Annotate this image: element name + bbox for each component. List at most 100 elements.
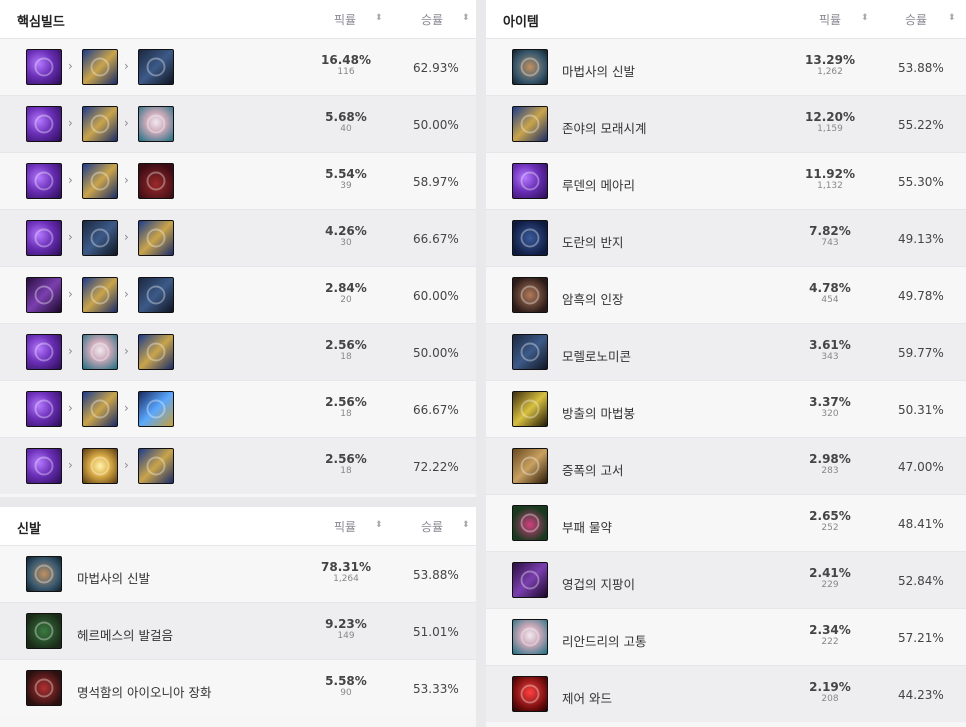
core-build-row[interactable]: › › 5.54% 39 58.97% [0, 152, 476, 209]
item-row[interactable]: 제어 와드 2.19% 208 44.23% [486, 665, 966, 722]
sort-icon[interactable]: ⬍ [375, 520, 383, 530]
pick-rate: 11.92% 1,132 [790, 168, 870, 192]
boots-row[interactable]: 마법사의 신발 78.31% 1,264 53.88% [0, 545, 476, 602]
item-icon[interactable] [138, 106, 174, 142]
item-icon[interactable] [82, 334, 118, 370]
sort-icon[interactable]: ⬍ [861, 13, 869, 23]
item-icon[interactable] [26, 163, 62, 199]
item-icon[interactable] [512, 619, 548, 655]
core-build-row[interactable]: › › 2.56% 18 72.22% [0, 437, 476, 494]
item-icon[interactable] [26, 49, 62, 85]
pick-rate-value: 4.26% [325, 224, 367, 238]
item-icon[interactable] [82, 391, 118, 427]
item-row[interactable]: 마법사의 신발 13.29% 1,262 53.88% [486, 38, 966, 95]
item-icon[interactable] [138, 391, 174, 427]
win-rate: 50.00% [413, 118, 459, 132]
item-name: 영겁의 지팡이 [562, 577, 635, 592]
boots-win-header[interactable]: 승률 [421, 518, 443, 535]
win-rate: 50.31% [898, 403, 944, 417]
item-row[interactable]: 리안드리의 고통 2.34% 222 57.21% [486, 608, 966, 665]
item-icon[interactable] [138, 49, 174, 85]
item-icon[interactable] [82, 220, 118, 256]
pick-rate-value: 7.82% [809, 224, 851, 238]
item-icon[interactable] [512, 448, 548, 484]
core-build-row[interactable]: › › 16.48% 116 62.93% [0, 38, 476, 95]
items-title: 아이템 [503, 15, 539, 30]
sort-icon[interactable]: ⬍ [462, 520, 470, 530]
item-icon[interactable] [138, 163, 174, 199]
core-pick-header[interactable]: 픽률 [334, 11, 356, 28]
item-icon[interactable] [26, 334, 62, 370]
item-row[interactable]: 부패 물약 2.65% 252 48.41% [486, 494, 966, 551]
item-icon[interactable] [138, 220, 174, 256]
item-row[interactable]: 루덴의 메아리 11.92% 1,132 55.30% [486, 152, 966, 209]
item-icon[interactable] [512, 220, 548, 256]
item-icon[interactable] [138, 277, 174, 313]
sort-icon[interactable]: ⬍ [948, 13, 956, 23]
win-rate: 51.01% [413, 625, 459, 639]
item-icon[interactable] [26, 391, 62, 427]
item-row[interactable]: 도란의 반지 7.82% 743 49.13% [486, 209, 966, 266]
core-build-row[interactable]: › › 2.56% 18 66.67% [0, 380, 476, 437]
item-icon[interactable] [26, 220, 62, 256]
item-row[interactable]: 모렐로노미콘 3.61% 343 59.77% [486, 323, 966, 380]
pick-rate-value: 78.31% [321, 560, 371, 574]
item-icon[interactable] [82, 163, 118, 199]
item-icon[interactable] [512, 334, 548, 370]
pick-count: 90 [340, 688, 352, 698]
item-icon[interactable] [138, 334, 174, 370]
item-icon[interactable] [512, 106, 548, 142]
pick-rate: 2.19% 208 [790, 681, 870, 705]
item-icon[interactable] [512, 676, 548, 712]
item-icon[interactable] [82, 277, 118, 313]
item-name: 마법사의 신발 [562, 64, 635, 79]
boots-icon[interactable] [26, 670, 62, 706]
items-win-header[interactable]: 승률 [905, 11, 927, 28]
item-row[interactable]: 암흑의 인장 4.78% 454 49.78% [486, 266, 966, 323]
core-build-row[interactable]: › › 5.68% 40 50.00% [0, 95, 476, 152]
item-icon[interactable] [82, 448, 118, 484]
pick-count: 343 [821, 352, 839, 362]
item-icon[interactable] [26, 277, 62, 313]
core-build-row[interactable]: › › 2.56% 18 50.00% [0, 323, 476, 380]
item-row[interactable]: 증폭의 고서 2.98% 283 47.00% [486, 437, 966, 494]
item-row[interactable]: 존야의 모래시계 12.20% 1,159 55.22% [486, 95, 966, 152]
pick-rate: 3.61% 343 [790, 339, 870, 363]
chevron-right-icon: › [68, 287, 73, 301]
item-icon[interactable] [82, 106, 118, 142]
item-icon[interactable] [82, 49, 118, 85]
boots-row[interactable]: 명석함의 아이오니아 장화 5.58% 90 53.33% [0, 659, 476, 716]
sort-icon[interactable]: ⬍ [375, 13, 383, 23]
boots-pick-header[interactable]: 픽률 [334, 518, 356, 535]
core-build-row[interactable]: › › 4.26% 30 66.67% [0, 209, 476, 266]
boots-row[interactable]: 헤르메스의 발걸음 9.23% 149 51.01% [0, 602, 476, 659]
boots-icon[interactable] [26, 613, 62, 649]
item-name: 증폭의 고서 [562, 463, 624, 478]
pick-count: 18 [340, 466, 352, 476]
chevron-right-icon: › [124, 230, 129, 244]
chevron-right-icon: › [68, 116, 73, 130]
pick-count: 40 [340, 124, 352, 134]
item-icon[interactable] [512, 391, 548, 427]
item-icon[interactable] [512, 49, 548, 85]
item-icon[interactable] [26, 106, 62, 142]
core-build-row[interactable]: › › 2.84% 20 60.00% [0, 266, 476, 323]
boots-icon[interactable] [26, 556, 62, 592]
pick-rate-value: 9.23% [325, 617, 367, 631]
pick-count: 116 [337, 67, 355, 77]
core-win-header[interactable]: 승률 [421, 11, 443, 28]
chevron-right-icon: › [124, 458, 129, 472]
item-icon[interactable] [512, 277, 548, 313]
items-pick-header[interactable]: 픽률 [819, 11, 841, 28]
sort-icon[interactable]: ⬍ [462, 13, 470, 23]
item-icon[interactable] [138, 448, 174, 484]
item-row[interactable]: 방출의 마법봉 3.37% 320 50.31% [486, 380, 966, 437]
chevron-right-icon: › [68, 230, 73, 244]
item-row[interactable]: 영겁의 지팡이 2.41% 229 52.84% [486, 551, 966, 608]
win-rate: 57.21% [898, 631, 944, 645]
item-icon[interactable] [512, 163, 548, 199]
item-icon[interactable] [512, 505, 548, 541]
item-icon[interactable] [512, 562, 548, 598]
pick-rate: 2.56% 18 [306, 339, 386, 363]
item-icon[interactable] [26, 448, 62, 484]
